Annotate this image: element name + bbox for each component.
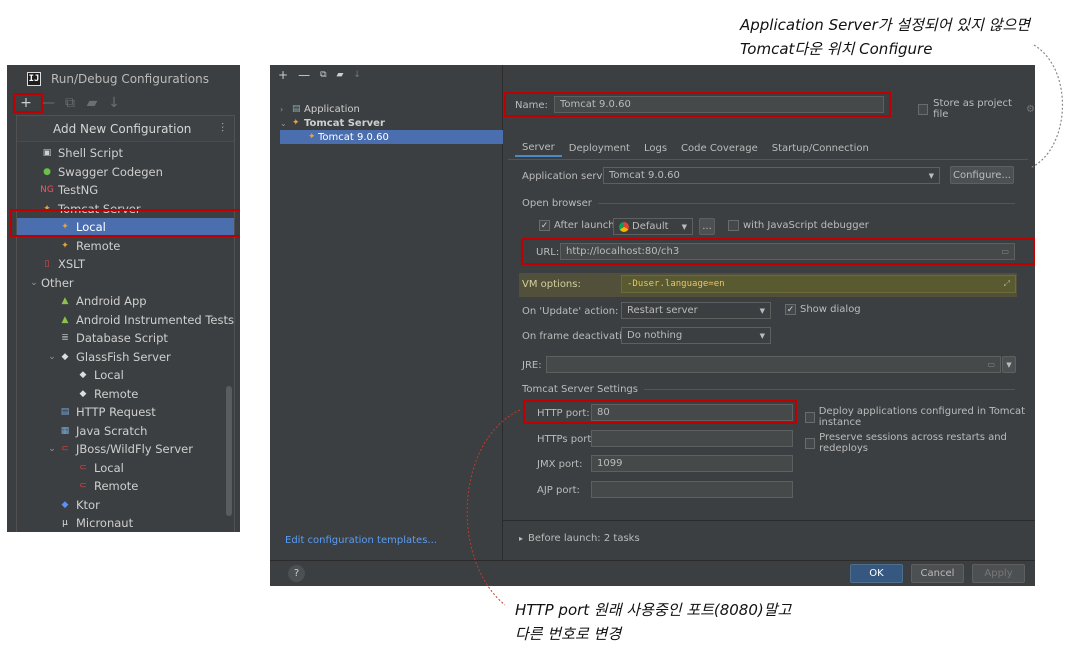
configure-connector-line — [1029, 44, 1063, 169]
annotation-connectors — [466, 44, 1063, 606]
http-port-connector-line — [466, 409, 521, 606]
